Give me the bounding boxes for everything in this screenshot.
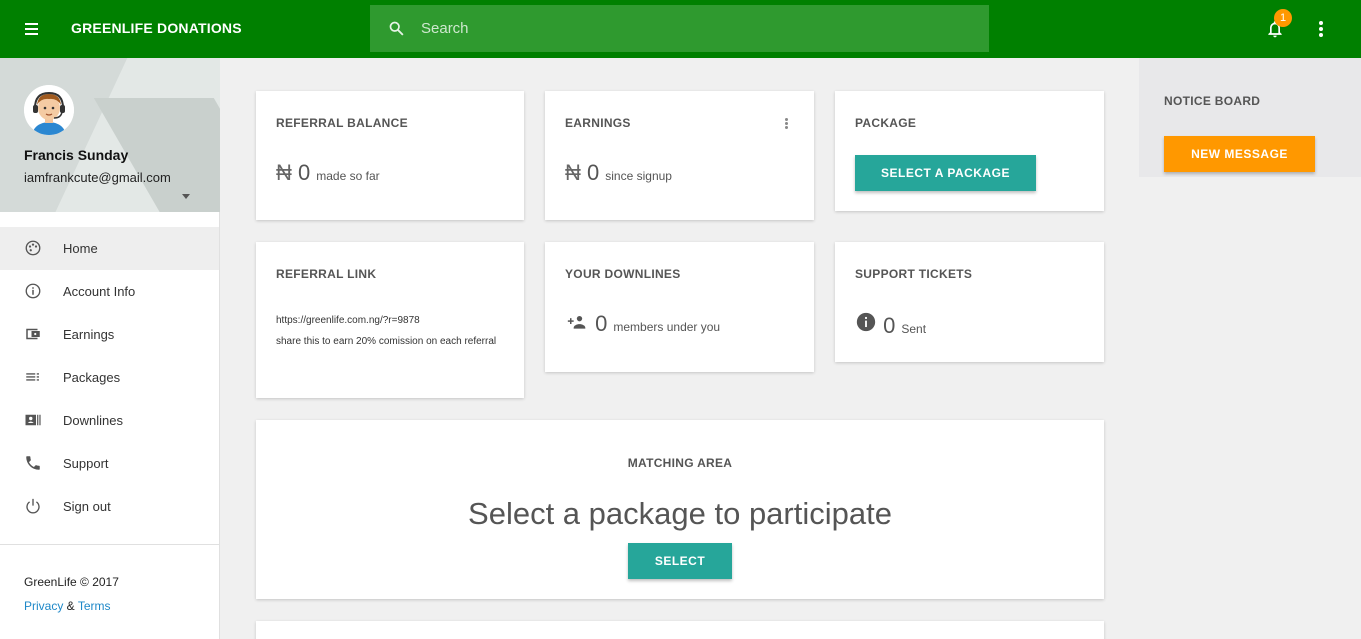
- card-title: REFERRAL BALANCE: [276, 116, 408, 130]
- footer-links: Privacy & Terms: [24, 599, 110, 613]
- support-sub: Sent: [901, 322, 927, 336]
- sidebar-item-label: Downlines: [63, 413, 123, 428]
- referral-url[interactable]: https://greenlife.com.ng/?r=9878: [276, 310, 506, 331]
- sidebar-item-downlines[interactable]: Downlines: [0, 399, 219, 442]
- new-message-button[interactable]: NEW MESSAGE: [1164, 136, 1315, 172]
- menu-icon[interactable]: [22, 20, 42, 38]
- search-input[interactable]: [421, 5, 981, 52]
- ampersand-text: &: [63, 599, 78, 613]
- currency-symbol: ₦: [565, 160, 581, 185]
- sidebar-item-support[interactable]: Support: [0, 442, 219, 485]
- earnings-sub: since signup: [605, 169, 672, 183]
- sidebar-item-label: Sign out: [63, 499, 111, 514]
- avatar[interactable]: [24, 85, 74, 135]
- sidebar-nav: Home Account Info Earnings Packages Down…: [0, 227, 219, 528]
- card-title: REFERRAL LINK: [276, 267, 377, 281]
- card-title: SUPPORT TICKETS: [855, 267, 973, 281]
- sidebar-item-home[interactable]: Home: [0, 227, 219, 270]
- downlines-card: YOUR DOWNLINES 0 members under you: [545, 242, 814, 372]
- search-bar[interactable]: [370, 5, 989, 52]
- wallet-icon: [26, 328, 40, 340]
- more-vert-icon[interactable]: [1312, 19, 1330, 39]
- sidebar-item-account-info[interactable]: Account Info: [0, 270, 219, 313]
- downlines-value-row: 0 members under you: [565, 311, 720, 337]
- group-add-icon: [567, 316, 586, 329]
- notification-badge: 1: [1274, 9, 1292, 27]
- next-card: [256, 621, 1104, 639]
- power-icon: [26, 498, 40, 514]
- referral-note: share this to earn 20% comission on each…: [276, 336, 497, 347]
- card-title: PACKAGE: [855, 116, 917, 130]
- sidebar: Francis Sunday iamfrankcute@gmail.com Ho…: [0, 58, 220, 639]
- list-icon: [26, 373, 39, 381]
- brand-title[interactable]: GREENLIFE DONATIONS: [71, 20, 242, 36]
- support-value: 0: [883, 313, 896, 338]
- info-icon: [25, 283, 41, 299]
- info-icon: [856, 312, 876, 332]
- downlines-sub: members under you: [613, 320, 721, 334]
- sidebar-footer: GreenLife © 2017 Privacy & Terms: [0, 544, 219, 613]
- referral-balance-card: REFERRAL BALANCE ₦ 0 made so far: [256, 91, 524, 220]
- sidebar-item-label: Packages: [63, 370, 121, 385]
- more-vert-icon[interactable]: [783, 117, 789, 131]
- matching-area-message: Select a package to participate: [468, 496, 892, 531]
- sidebar-item-label: Account Info: [63, 284, 136, 299]
- referral-balance-value: 0: [298, 160, 311, 185]
- select-button[interactable]: SELECT: [628, 543, 732, 579]
- top-app-bar: GREENLIFE DONATIONS 1: [0, 0, 1361, 58]
- dashboard-icon: [25, 240, 41, 256]
- earnings-value: 0: [587, 160, 600, 185]
- contacts-icon: [25, 414, 41, 426]
- chevron-down-icon[interactable]: [182, 194, 190, 199]
- currency-symbol: ₦: [276, 160, 292, 185]
- matching-area-title: MATCHING AREA: [627, 456, 733, 470]
- earnings-card: EARNINGS ₦ 0 since signup: [545, 91, 814, 220]
- profile-name: Francis Sunday: [24, 147, 129, 163]
- profile-email: iamfrankcute@gmail.com: [24, 170, 171, 185]
- notice-board: NOTICE BOARD NEW MESSAGE: [1139, 58, 1361, 177]
- earnings-value-row: ₦ 0 since signup: [565, 160, 672, 186]
- referral-balance-sub: made so far: [316, 169, 380, 183]
- sidebar-item-label: Earnings: [63, 327, 115, 342]
- card-title: YOUR DOWNLINES: [565, 267, 681, 281]
- select-package-button[interactable]: SELECT A PACKAGE: [855, 155, 1036, 191]
- sidebar-item-sign-out[interactable]: Sign out: [0, 485, 219, 528]
- support-value-row: 0 Sent: [855, 311, 926, 339]
- card-title: EARNINGS: [565, 116, 631, 130]
- search-icon: [389, 21, 404, 36]
- sidebar-item-label: Support: [63, 456, 109, 471]
- support-tickets-card: SUPPORT TICKETS 0 Sent: [835, 242, 1104, 362]
- referral-link-text: https://greenlife.com.ng/?r=9878 share t…: [276, 310, 506, 352]
- referral-balance-value-row: ₦ 0 made so far: [276, 160, 380, 186]
- phone-icon: [26, 456, 40, 470]
- profile-header: Francis Sunday iamfrankcute@gmail.com: [0, 58, 220, 212]
- sidebar-item-packages[interactable]: Packages: [0, 356, 219, 399]
- copyright-text: GreenLife © 2017: [24, 575, 119, 589]
- privacy-link[interactable]: Privacy: [24, 599, 63, 613]
- referral-link-card: REFERRAL LINK https://greenlife.com.ng/?…: [256, 242, 524, 398]
- package-card: PACKAGE SELECT A PACKAGE: [835, 91, 1104, 211]
- matching-area-card: MATCHING AREA Select a package to partic…: [256, 420, 1104, 599]
- sidebar-item-label: Home: [63, 241, 98, 256]
- notice-board-title: NOTICE BOARD: [1164, 94, 1261, 108]
- sidebar-item-earnings[interactable]: Earnings: [0, 313, 219, 356]
- terms-link[interactable]: Terms: [78, 599, 111, 613]
- downlines-value: 0: [595, 311, 608, 336]
